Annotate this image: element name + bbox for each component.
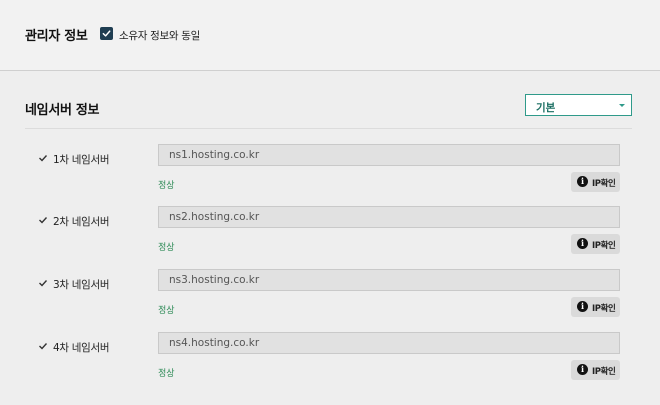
ip-check-label: IP확인 — [592, 179, 616, 189]
status-text: 정상 — [158, 306, 175, 316]
nameserver-label: 2차 네임서버 — [53, 216, 110, 228]
nameserver-row-2: 2차 네임서버 ns2.hosting.co.kr 정상 i IP확인 — [0, 206, 660, 268]
ip-check-button[interactable]: i IP확인 — [571, 234, 620, 254]
ip-check-label: IP확인 — [592, 367, 616, 377]
nameserver-row-3: 3차 네임서버 ns3.hosting.co.kr 정상 i IP확인 — [0, 269, 660, 331]
chevron-down-icon — [619, 104, 625, 107]
same-as-owner-label[interactable]: 소유자 정보와 동일 — [119, 28, 200, 43]
ip-check-button[interactable]: i IP확인 — [571, 297, 620, 317]
nameserver-label: 3차 네임서버 — [53, 279, 110, 291]
admin-info-section: 관리자 정보 소유자 정보와 동일 — [0, 0, 660, 71]
nameserver-row-1: 1차 네임서버 ns1.hosting.co.kr 정상 i IP확인 — [0, 144, 660, 206]
check-icon — [39, 280, 48, 287]
ip-check-button[interactable]: i IP확인 — [571, 360, 620, 380]
nameserver-input[interactable]: ns4.hosting.co.kr — [158, 332, 620, 354]
info-icon: i — [577, 176, 588, 187]
info-icon: i — [577, 301, 588, 312]
ip-check-label: IP확인 — [592, 241, 616, 251]
nameserver-label: 1차 네임서버 — [53, 154, 110, 166]
ip-check-button[interactable]: i IP확인 — [571, 172, 620, 192]
status-text: 정상 — [158, 243, 175, 253]
nameserver-input[interactable]: ns1.hosting.co.kr — [158, 144, 620, 166]
status-text: 정상 — [158, 181, 175, 191]
info-icon: i — [577, 238, 588, 249]
nameserver-input[interactable]: ns3.hosting.co.kr — [158, 269, 620, 291]
nameserver-row-4: 4차 네임서버 ns4.hosting.co.kr 정상 i IP확인 — [0, 332, 660, 394]
nameserver-input[interactable]: ns2.hosting.co.kr — [158, 206, 620, 228]
section-divider — [25, 128, 632, 129]
checkmark-icon — [102, 30, 111, 37]
ip-check-label: IP확인 — [592, 304, 616, 314]
same-as-owner-checkbox[interactable] — [100, 27, 113, 40]
nameserver-preset-value: 기본 — [536, 102, 556, 114]
nameserver-info-title: 네임서버 정보 — [25, 103, 100, 118]
status-text: 정상 — [158, 369, 175, 379]
admin-info-title: 관리자 정보 — [25, 29, 88, 44]
info-icon: i — [577, 364, 588, 375]
check-icon — [39, 343, 48, 350]
nameserver-preset-select[interactable]: 기본 — [525, 94, 632, 116]
check-icon — [39, 155, 48, 162]
nameserver-label: 4차 네임서버 — [53, 342, 110, 354]
check-icon — [39, 217, 48, 224]
